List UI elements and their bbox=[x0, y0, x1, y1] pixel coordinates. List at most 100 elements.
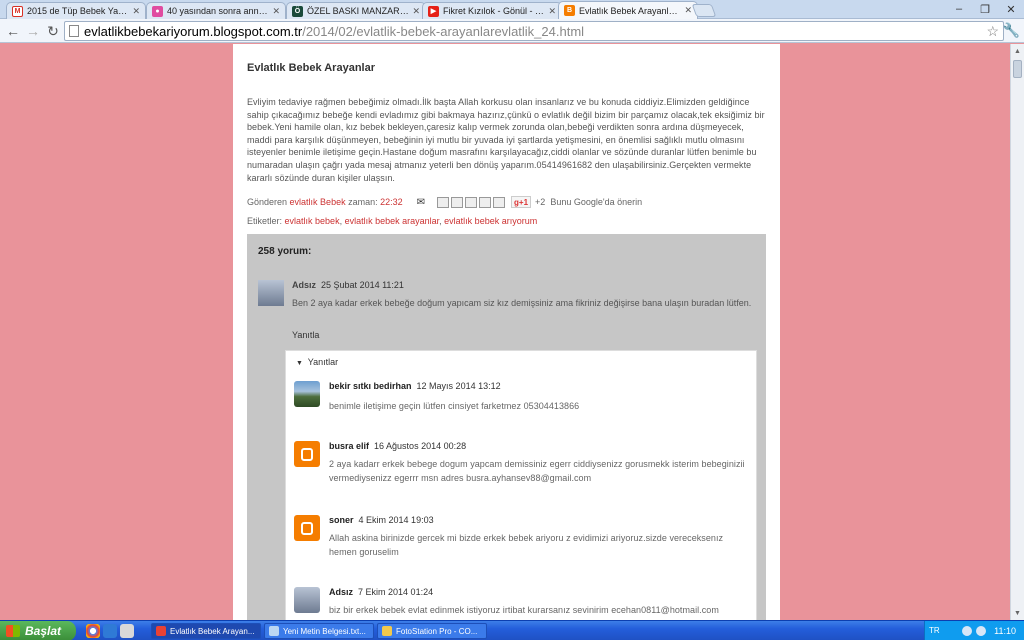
reply-author[interactable]: bekir sıtkı bedirhan bbox=[329, 381, 412, 391]
reply-header: busra elif 16 Ağustos 2014 00:28 bbox=[329, 441, 466, 451]
close-icon[interactable]: ✕ bbox=[412, 6, 420, 17]
avatar bbox=[294, 381, 320, 407]
time-link[interactable]: 22:32 bbox=[380, 197, 403, 207]
tab-title: 2015 de Tüp Bebek Yapbrac bbox=[27, 6, 130, 16]
tab-anne[interactable]: ● 40 yasından sonra anne olm ✕ bbox=[146, 2, 286, 19]
comment-date[interactable]: 25 Şubat 2014 11:21 bbox=[321, 280, 404, 290]
replies-label: Yanıtlar bbox=[307, 357, 339, 367]
youtube-icon: ▶ bbox=[428, 5, 439, 17]
task-chrome[interactable]: Evlatlık Bebek Arayan... bbox=[151, 623, 261, 639]
blogger-icon: B bbox=[564, 5, 575, 16]
share-email-icon[interactable] bbox=[437, 196, 450, 208]
close-icon[interactable]: ✕ bbox=[132, 6, 140, 17]
labels-title: Etiketler: bbox=[247, 216, 283, 226]
tab-blogger[interactable]: B Evlatlık Bebek Arayanlar-Evla ✕ bbox=[558, 1, 698, 19]
reload-icon[interactable]: ↻ bbox=[44, 22, 62, 40]
blogger-icon bbox=[294, 515, 320, 541]
task-label: Yeni Metin Belgesi.txt... bbox=[283, 626, 366, 636]
tab-strip: M 2015 de Tüp Bebek Yapbrac ✕ ● 40 yasın… bbox=[0, 0, 1024, 19]
avatar bbox=[294, 587, 320, 613]
reply-date[interactable]: 7 Ekim 2014 01:24 bbox=[358, 587, 433, 597]
ie-icon[interactable] bbox=[103, 624, 117, 638]
task-notepad[interactable]: Yeni Metin Belgesi.txt... bbox=[264, 623, 374, 639]
new-tab-button[interactable] bbox=[691, 4, 717, 17]
wrench-icon[interactable]: 🔧 bbox=[1003, 22, 1020, 39]
close-icon[interactable]: ✕ bbox=[684, 5, 692, 16]
close-window-icon[interactable]: ✕ bbox=[998, 0, 1024, 18]
replies-thread: ▼ Yanıtlar bekir sıtkı bedirhan 12 Mayıs… bbox=[285, 350, 757, 620]
start-button[interactable]: Başlat bbox=[0, 621, 76, 640]
post-footer: Gönderen evlatlık Bebek zaman: 22:32 ✉ g… bbox=[247, 196, 642, 208]
reply-text: Allah askina birinizde gercek mi bizde e… bbox=[329, 533, 724, 557]
notepad-icon bbox=[269, 626, 279, 636]
reply-header: bekir sıtkı bedirhan 12 Mayıs 2014 13:12 bbox=[329, 381, 501, 391]
reply-date[interactable]: 16 Ağustos 2014 00:28 bbox=[374, 441, 466, 451]
address-bar[interactable]: evlatlikbebekariyorum.blogspot.com.tr/20… bbox=[64, 21, 1004, 41]
replies-toggle[interactable]: ▼ Yanıtlar bbox=[296, 357, 338, 367]
comments-count: 258 yorum: bbox=[258, 246, 312, 257]
tab-ozel[interactable]: Ö ÖZEL BASKI MANZARALAR S ✕ bbox=[286, 2, 426, 19]
task-label: Evlatlık Bebek Arayan... bbox=[170, 626, 255, 636]
volume-icon[interactable] bbox=[976, 626, 987, 636]
scroll-up-icon[interactable]: ▲ bbox=[1011, 44, 1024, 58]
reply-author[interactable]: Adsız bbox=[329, 587, 353, 597]
comment-text: Ben 2 aya kadar erkek bebeğe doğum yapıc… bbox=[292, 298, 752, 308]
time-label: zaman: bbox=[348, 197, 378, 207]
bookmark-star-icon[interactable]: ☆ bbox=[986, 23, 999, 40]
comments-section: 258 yorum: Adsız 25 Şubat 2014 11:21 Ben… bbox=[247, 234, 766, 620]
forward-icon[interactable]: → bbox=[24, 22, 42, 40]
reply-link[interactable]: Yanıtla bbox=[292, 330, 319, 340]
reply-header: Adsız 7 Ekim 2014 01:24 bbox=[329, 587, 433, 597]
reply-header: soner 4 Ekim 2014 19:03 bbox=[329, 515, 434, 525]
address-host: evlatlikbebekariyorum.blogspot.com.tr bbox=[84, 23, 303, 39]
maximize-icon[interactable]: ❐ bbox=[972, 0, 998, 18]
page-viewport: Evlatlık Bebek Arayanlar Evliyim tedaviy… bbox=[0, 44, 1010, 620]
label-link[interactable]: evlatlık bebek arayanlar bbox=[345, 216, 440, 226]
reply-author[interactable]: soner bbox=[329, 515, 354, 525]
label-link[interactable]: evlatlık bebek arıyorum bbox=[444, 216, 537, 226]
fotostation-icon bbox=[382, 626, 392, 636]
blogger-icon bbox=[294, 441, 320, 467]
blog-content: Evlatlık Bebek Arayanlar Evliyim tedaviy… bbox=[233, 44, 780, 620]
reply-text: 2 aya kadarr erkek bebege dogum yapcam d… bbox=[329, 459, 745, 483]
posted-by-label: Gönderen bbox=[247, 197, 288, 207]
window-controls: – ❐ ✕ bbox=[946, 0, 1024, 18]
page-icon bbox=[69, 25, 79, 37]
windows-flag-icon bbox=[6, 625, 20, 637]
post-body: Evliyim tedaviye rağmen bebeğimiz olmadı… bbox=[247, 97, 765, 183]
reply-date[interactable]: 12 Mayıs 2014 13:12 bbox=[417, 381, 501, 391]
label-link[interactable]: evlatlık bebek bbox=[285, 216, 340, 226]
share-blog-icon[interactable] bbox=[451, 196, 464, 208]
comment-author: Adsız bbox=[292, 280, 317, 290]
tab-youtube[interactable]: ▶ Fikret Kızılok - Gönül - You ✕ bbox=[422, 2, 562, 19]
tab-gmail[interactable]: M 2015 de Tüp Bebek Yapbrac ✕ bbox=[6, 2, 146, 19]
language-indicator[interactable]: TR bbox=[929, 626, 940, 635]
reply-date[interactable]: 4 Ekim 2014 19:03 bbox=[359, 515, 434, 525]
gmail-icon: M bbox=[12, 5, 23, 17]
share-pinterest-icon[interactable] bbox=[493, 196, 506, 208]
tab-title: Evlatlık Bebek Arayanlar-Evla bbox=[579, 5, 681, 16]
show-desktop-icon[interactable] bbox=[120, 624, 134, 638]
task-fotostation[interactable]: FotoStation Pro - CO... bbox=[377, 623, 487, 639]
author-link[interactable]: evlatlık Bebek bbox=[290, 197, 346, 207]
close-icon[interactable]: ✕ bbox=[548, 6, 556, 17]
scroll-down-icon[interactable]: ▼ bbox=[1011, 606, 1024, 620]
minimize-icon[interactable]: – bbox=[946, 0, 972, 18]
share-facebook-icon[interactable] bbox=[479, 196, 492, 208]
vertical-scrollbar[interactable]: ▲ ▼ bbox=[1010, 44, 1024, 620]
back-icon[interactable]: ← bbox=[4, 22, 22, 40]
share-twitter-icon[interactable] bbox=[465, 196, 478, 208]
close-icon[interactable]: ✕ bbox=[272, 6, 280, 17]
gplus-button[interactable]: g+1 bbox=[511, 196, 532, 208]
start-label: Başlat bbox=[25, 624, 62, 638]
chrome-icon[interactable] bbox=[86, 624, 100, 638]
email-post-icon[interactable]: ✉ bbox=[417, 197, 425, 208]
tab-title: 40 yasından sonra anne olm bbox=[167, 6, 270, 16]
address-path: /2014/02/evlatlik-bebek-arayanlarevlatli… bbox=[302, 23, 585, 39]
clock[interactable]: 11:10 bbox=[994, 626, 1016, 636]
network-icon[interactable] bbox=[962, 626, 973, 636]
triangle-down-icon: ▼ bbox=[296, 360, 303, 367]
reply-author[interactable]: busra elif bbox=[329, 441, 369, 451]
comment-header: Adsız 25 Şubat 2014 11:21 bbox=[292, 280, 404, 290]
scroll-thumb[interactable] bbox=[1013, 60, 1022, 78]
